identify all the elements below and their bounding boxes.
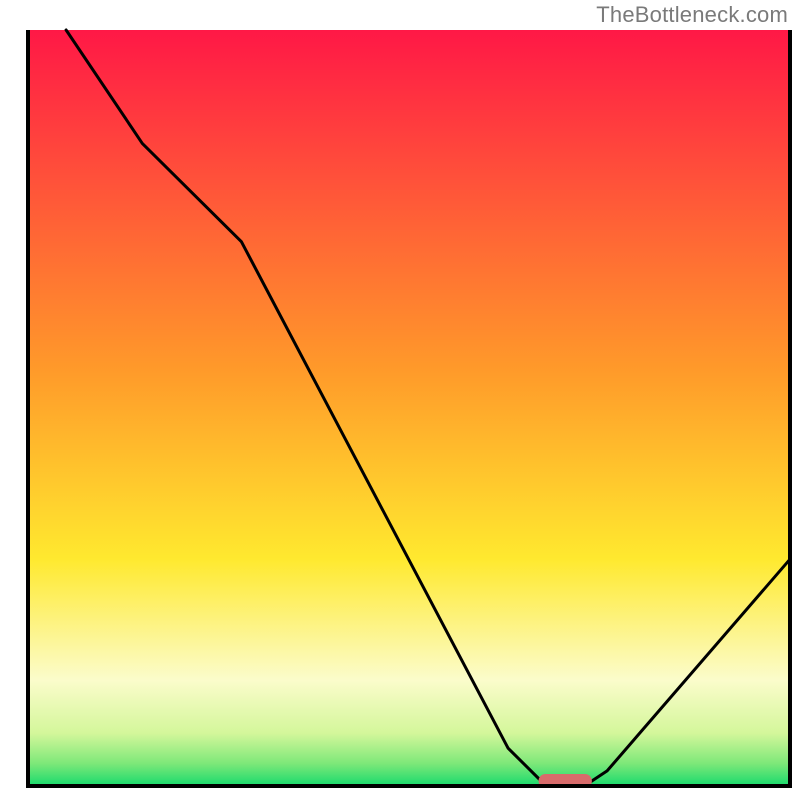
chart-container: TheBottleneck.com <box>0 0 800 800</box>
bottleneck-chart <box>0 0 800 800</box>
watermark: TheBottleneck.com <box>596 2 788 28</box>
